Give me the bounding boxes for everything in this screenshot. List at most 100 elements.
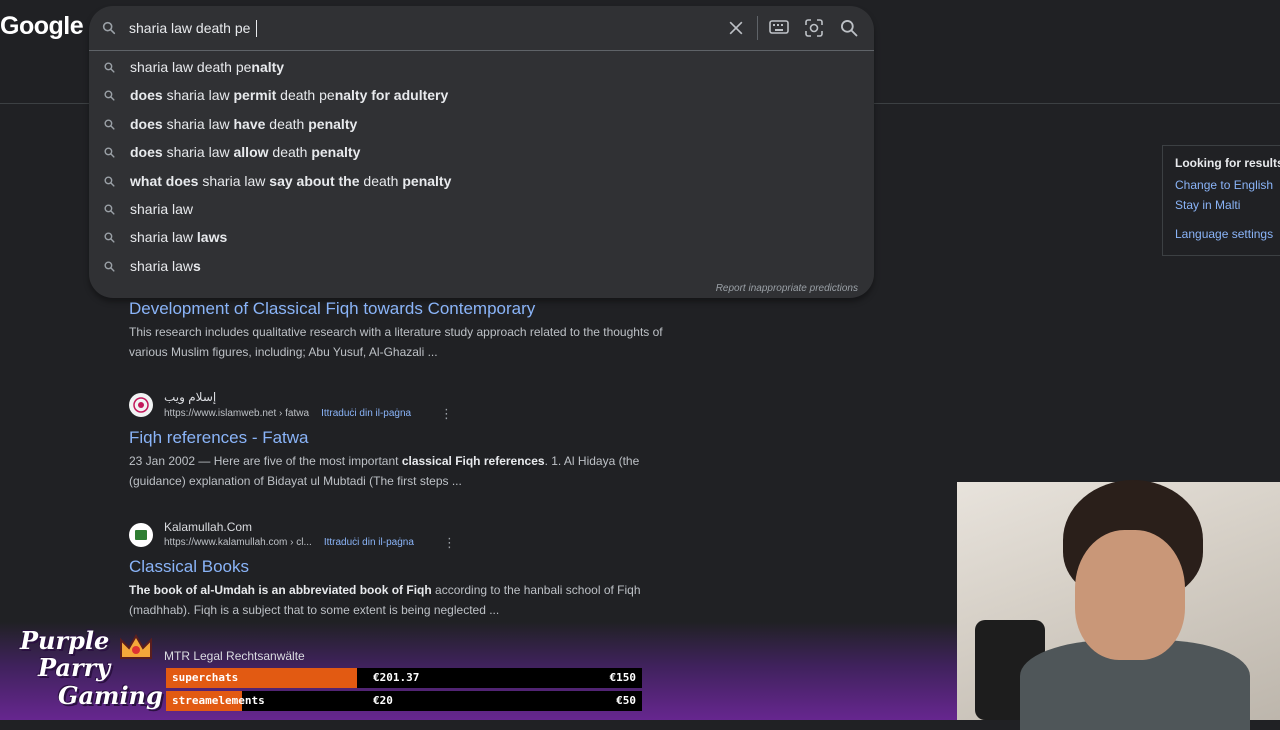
result-title[interactable]: Fiqh references - Fatwa bbox=[129, 428, 309, 448]
suggestion-text-part: sharia law bbox=[162, 144, 234, 161]
suggestion-text: does sharia law permit death penalty for… bbox=[130, 81, 448, 109]
search-bar bbox=[89, 6, 874, 51]
suggestion-text: sharia laws bbox=[130, 252, 201, 280]
translate-page-link[interactable]: Ittraduċi din il-paġna bbox=[324, 537, 414, 548]
search-panel: sharia law death penaltydoes sharia law … bbox=[89, 6, 874, 298]
suggestion-text-part: permit bbox=[233, 87, 277, 104]
search-icon bbox=[102, 21, 116, 35]
suggestion-text: what does sharia law say about the death… bbox=[130, 167, 451, 195]
language-box-title: Looking for results bbox=[1175, 156, 1280, 170]
suggestion-text-part: sharia law bbox=[198, 172, 270, 189]
result-url: https://www.islamweb.net › fatwa Ittraduċ… bbox=[164, 408, 412, 419]
search-icon bbox=[104, 119, 115, 130]
logo-line: Parry bbox=[38, 653, 111, 682]
result-url: https://www.kalamullah.com › cl... Ittrad… bbox=[164, 537, 414, 548]
suggestion-text-part: say about the bbox=[269, 172, 360, 189]
superchats-goal-bar: superchats €201.37 €150 bbox=[166, 668, 642, 688]
suggestion-text-part: death bbox=[265, 115, 309, 132]
language-settings-link[interactable]: Language settings bbox=[1175, 227, 1273, 241]
result-snippet: This research includes qualitative resea… bbox=[129, 325, 663, 359]
suggestion-text-part: nalty for adultery bbox=[334, 87, 449, 104]
result-title[interactable]: Development of Classical Fiqh towards Co… bbox=[129, 299, 535, 319]
suggestion-item[interactable]: what does sharia law say about the death… bbox=[89, 167, 874, 195]
stay-in-malti-link[interactable]: Stay in Malti bbox=[1175, 198, 1240, 212]
goal-current: €201.37 bbox=[373, 671, 420, 684]
result-site-name: إسلام ويب bbox=[164, 390, 217, 404]
snippet-part: The book of al-Umdah is an abbreviated b… bbox=[129, 583, 432, 597]
suggestion-item[interactable]: sharia laws bbox=[89, 252, 874, 280]
suggestion-text-part: sharia law death pe bbox=[130, 59, 252, 75]
search-icon bbox=[104, 90, 115, 101]
crown-icon bbox=[120, 634, 152, 659]
search-icon bbox=[104, 62, 115, 73]
webcam-person-face bbox=[1075, 530, 1185, 660]
search-input[interactable] bbox=[129, 17, 709, 39]
suggestion-item[interactable]: sharia law bbox=[89, 195, 874, 223]
search-icon bbox=[104, 261, 115, 272]
suggestion-text-part: sharia law bbox=[130, 229, 197, 246]
snippet-part: classical Fiqh references bbox=[401, 454, 545, 468]
suggestion-text-part: penalty bbox=[311, 144, 361, 161]
kalamullah-favicon bbox=[129, 523, 153, 547]
goal-label: streamelements bbox=[172, 694, 265, 707]
keyboard-icon[interactable] bbox=[769, 19, 789, 35]
result-site-name: MTR Legal Rechtsanwälte bbox=[164, 649, 305, 663]
goal-target: €150 bbox=[609, 671, 637, 684]
suggestion-text-part: have bbox=[233, 115, 266, 132]
logo-line: Purple bbox=[20, 626, 110, 655]
result-snippet: 23 Jan 2002 — Here are five of the most … bbox=[129, 452, 689, 491]
autocomplete-list: sharia law death penalty does sharia law … bbox=[89, 53, 874, 280]
translate-page-link[interactable]: Ittraduċi din il-paġna bbox=[321, 408, 411, 419]
suggestion-text-part: death pe bbox=[276, 87, 335, 104]
search-icon bbox=[104, 204, 115, 215]
result-site-name: Kalamullah.Com bbox=[164, 520, 253, 534]
suggestion-text-part: does bbox=[130, 87, 163, 104]
suggestion-text-part: death bbox=[268, 144, 312, 161]
search-icon bbox=[104, 232, 115, 243]
islamweb-favicon bbox=[129, 393, 153, 417]
search-submit-icon[interactable] bbox=[839, 18, 859, 38]
report-predictions-link[interactable]: Report inappropriate predictions bbox=[716, 283, 858, 294]
snippet-part: 23 Jan 2002 — Here are five of the most … bbox=[129, 454, 402, 468]
suggestion-item[interactable]: does sharia law allow death penalty bbox=[89, 138, 874, 166]
suggestion-text-part: penalty bbox=[402, 172, 452, 189]
suggestion-text: sharia law death penalty bbox=[130, 53, 284, 81]
suggestion-text: sharia law bbox=[130, 195, 193, 223]
suggestion-text-part: sharia law bbox=[130, 200, 194, 217]
suggestion-item[interactable]: does sharia law have death penalty bbox=[89, 110, 874, 138]
camera-lens-icon[interactable] bbox=[804, 18, 824, 38]
suggestion-text-part: nalty bbox=[251, 59, 285, 75]
text-caret bbox=[256, 20, 257, 37]
suggestion-text-part: sharia law bbox=[162, 87, 234, 104]
result-snippet: The book of al-Umdah is an abbreviated b… bbox=[129, 581, 689, 620]
suggestion-text-part: what does bbox=[130, 172, 199, 189]
search-icon bbox=[104, 176, 115, 187]
more-options-icon[interactable]: ⋮ bbox=[440, 406, 453, 422]
suggestion-text-part: does bbox=[130, 144, 163, 161]
more-options-icon[interactable]: ⋮ bbox=[443, 535, 456, 551]
clear-search-icon[interactable] bbox=[726, 18, 746, 38]
suggestion-text-part: laws bbox=[196, 229, 228, 246]
streamelements-goal-bar: streamelements €20 €50 bbox=[166, 691, 642, 711]
search-icon bbox=[104, 147, 115, 158]
suggestion-text-part: death bbox=[359, 172, 403, 189]
goal-label: superchats bbox=[172, 671, 239, 684]
suggestion-text-part: does bbox=[130, 115, 163, 132]
suggestion-item[interactable]: sharia law laws bbox=[89, 223, 874, 251]
result-title[interactable]: Classical Books bbox=[129, 557, 249, 577]
search-divider bbox=[757, 16, 758, 40]
logo-line: Gaming bbox=[58, 681, 163, 710]
suggestion-item[interactable]: does sharia law permit death penalty for… bbox=[89, 81, 874, 109]
suggestion-item[interactable]: sharia law death penalty bbox=[89, 53, 874, 81]
google-logo[interactable]: Google bbox=[0, 12, 84, 41]
suggestion-text: sharia law laws bbox=[130, 223, 227, 251]
change-to-english-link[interactable]: Change to English bbox=[1175, 178, 1273, 192]
goal-target: €50 bbox=[616, 694, 636, 707]
suggestion-text: does sharia law allow death penalty bbox=[130, 138, 360, 166]
suggestion-text-part: allow bbox=[233, 144, 269, 161]
suggestion-text-part: penalty bbox=[308, 115, 358, 132]
suggestion-text-part: sharia law bbox=[162, 115, 234, 132]
suggestion-text-part: s bbox=[193, 257, 201, 274]
language-suggestion-box: Looking for results Change to English St… bbox=[1162, 145, 1280, 256]
suggestion-text: does sharia law have death penalty bbox=[130, 110, 357, 138]
